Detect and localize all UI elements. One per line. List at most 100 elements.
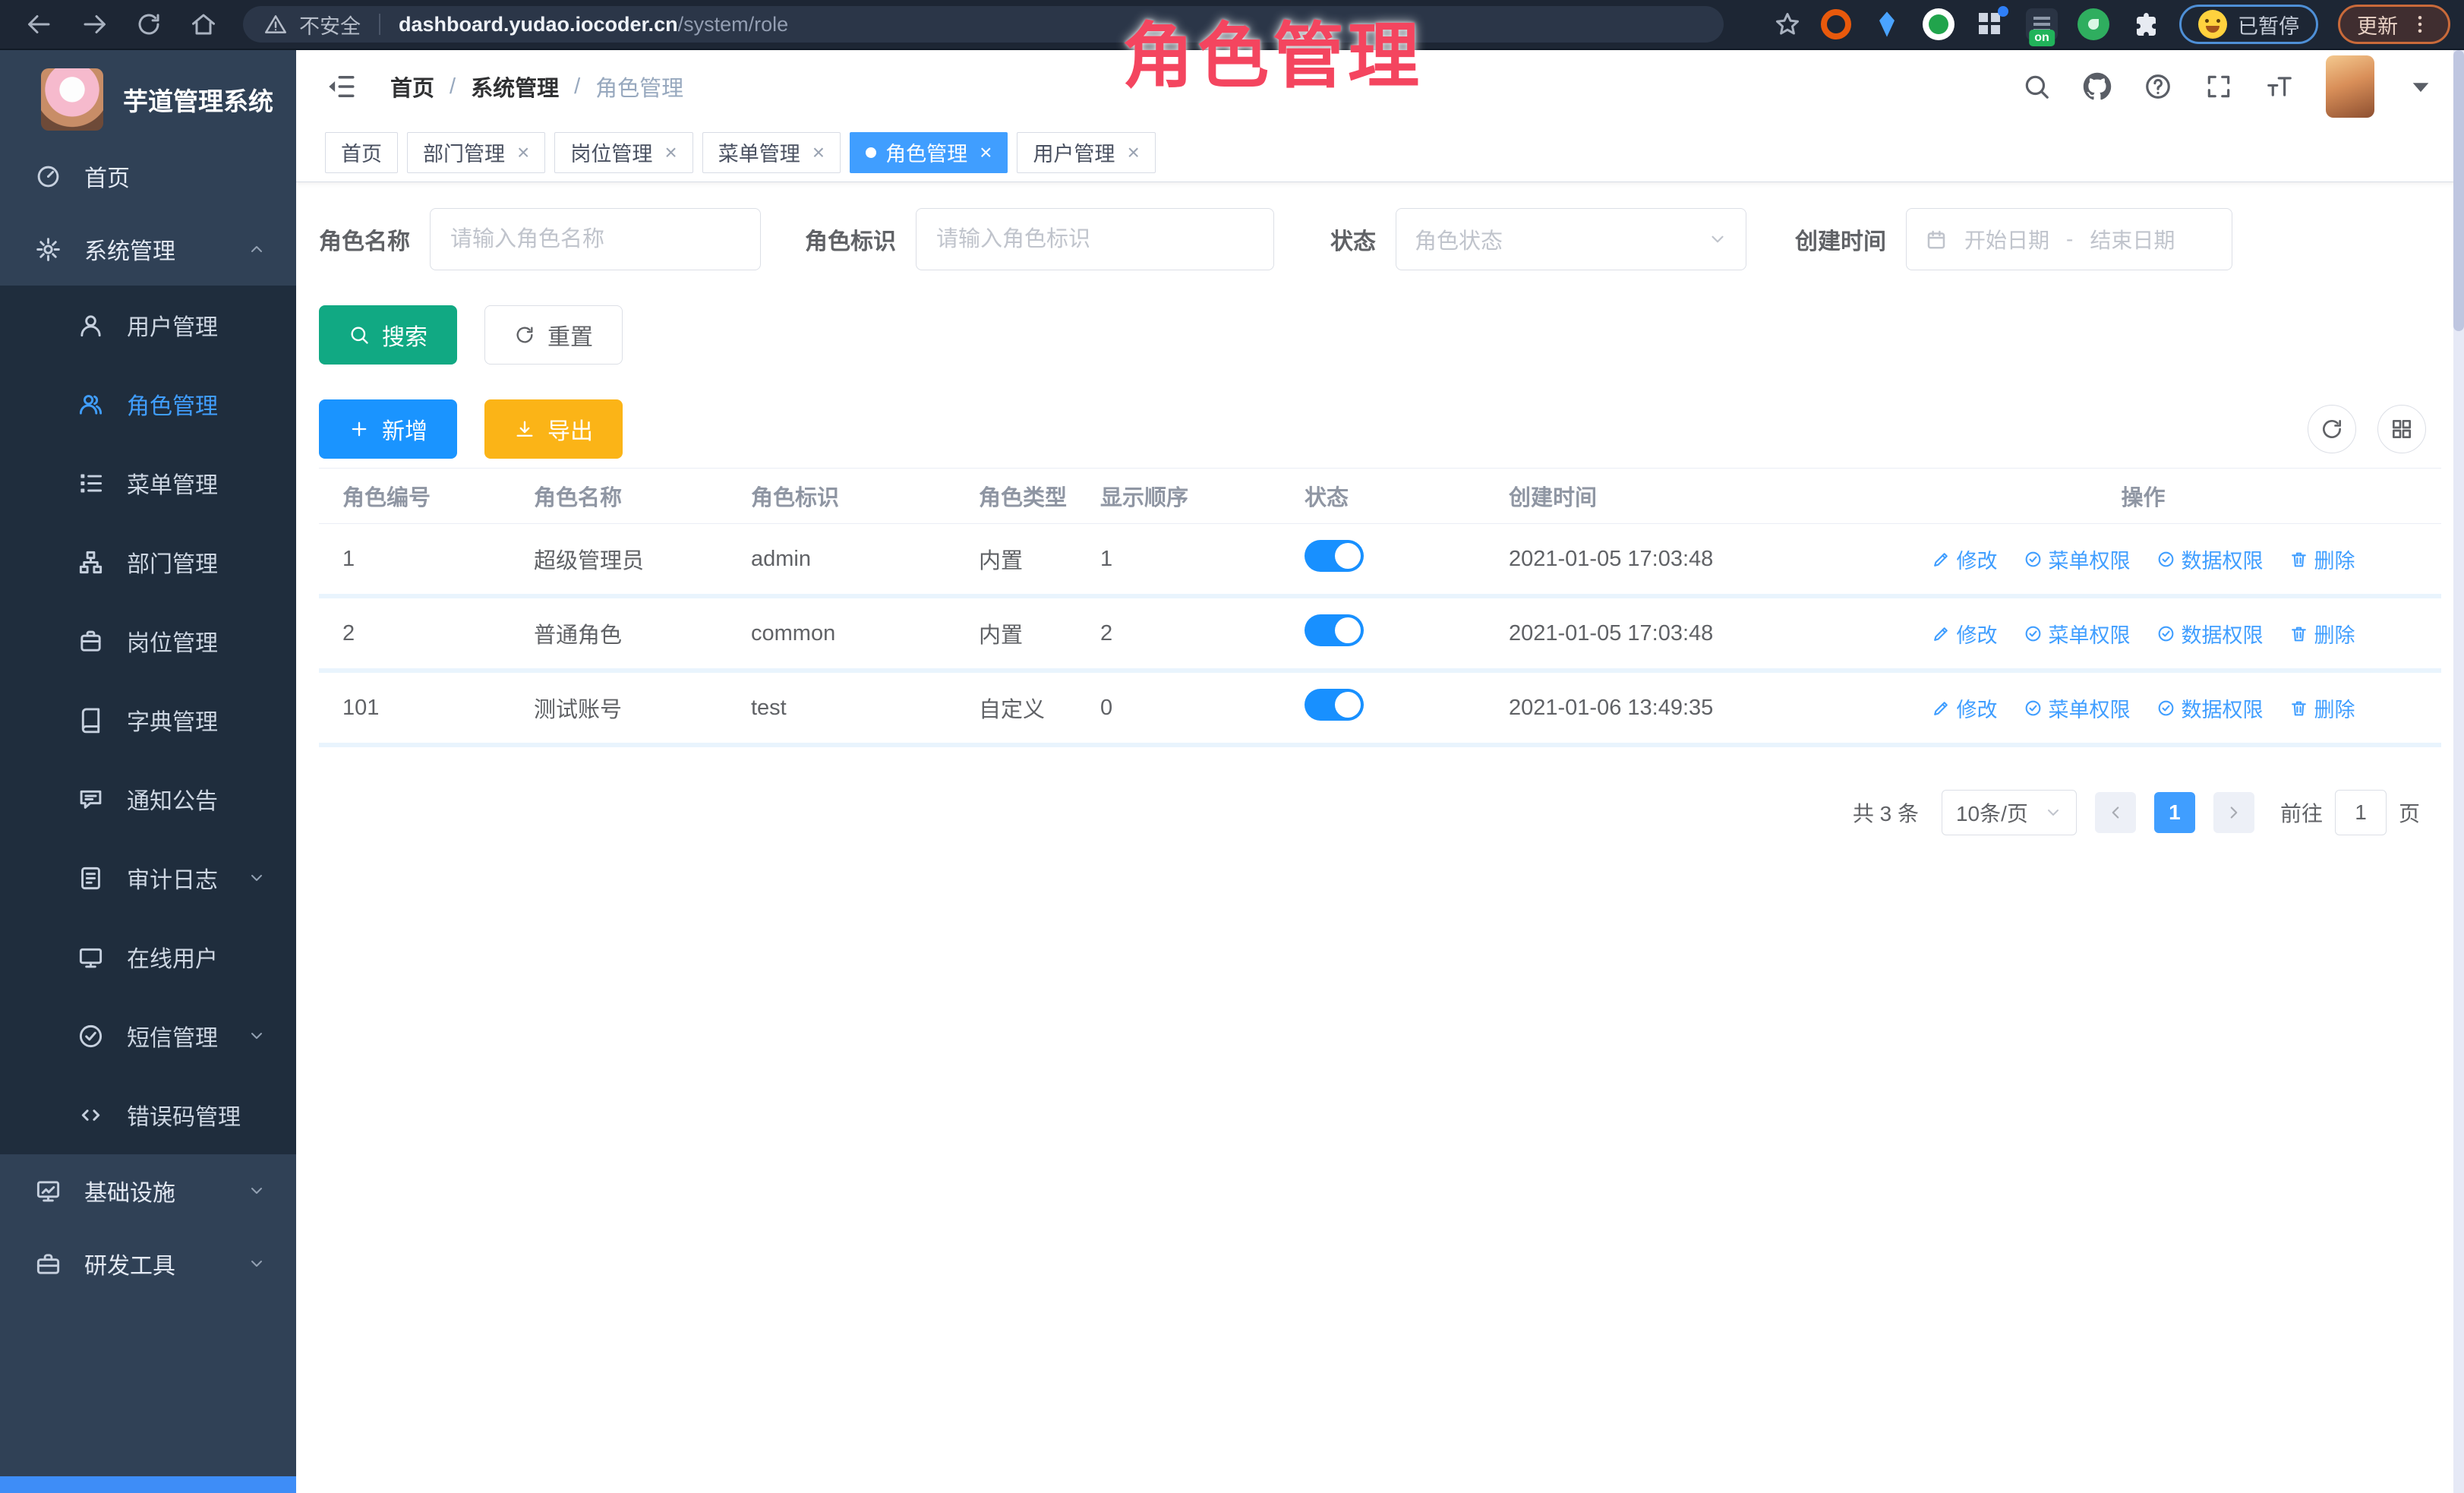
user-avatar[interactable] bbox=[2326, 55, 2374, 118]
extension-dark-tile-icon[interactable]: on bbox=[2026, 8, 2058, 40]
sidebar-item-error-code-management[interactable]: 错误码管理 bbox=[0, 1075, 296, 1154]
tab-dept[interactable]: 部门管理× bbox=[407, 132, 545, 173]
scrollbar-thumb[interactable] bbox=[2453, 50, 2464, 331]
cell-created-time: 2021-01-05 17:03:48 bbox=[1494, 621, 1845, 646]
status-toggle[interactable] bbox=[1305, 689, 1364, 721]
action-delete[interactable]: 删除 bbox=[2289, 693, 2355, 723]
tab-post[interactable]: 岗位管理× bbox=[554, 132, 693, 173]
status-select[interactable]: 角色状态 bbox=[1396, 208, 1746, 270]
export-button[interactable]: 导出 bbox=[484, 399, 623, 459]
action-edit[interactable]: 修改 bbox=[1932, 693, 1998, 723]
sidebar-item-sms-management[interactable]: 短信管理 bbox=[0, 996, 296, 1075]
browser-back-icon[interactable] bbox=[26, 11, 53, 38]
tab-home[interactable]: 首页 bbox=[325, 132, 398, 173]
status-toggle[interactable] bbox=[1305, 540, 1364, 572]
breadcrumb-item-system[interactable]: 系统管理 bbox=[471, 71, 559, 103]
action-data-permission[interactable]: 数据权限 bbox=[2156, 693, 2264, 723]
prev-page-button[interactable] bbox=[2095, 792, 2136, 833]
help-icon[interactable] bbox=[2144, 72, 2172, 101]
start-date-placeholder: 开始日期 bbox=[1964, 224, 2049, 254]
avatar-caret-down-icon[interactable] bbox=[2406, 72, 2435, 101]
status-toggle[interactable] bbox=[1305, 614, 1364, 646]
extension-leaf-icon[interactable] bbox=[2078, 8, 2109, 40]
sidebar-item-home[interactable]: 首页 bbox=[0, 140, 296, 213]
action-delete[interactable]: 删除 bbox=[2289, 619, 2355, 649]
page-size-select[interactable]: 10条/页 bbox=[1942, 790, 2077, 835]
tab-close-icon[interactable]: × bbox=[664, 142, 677, 163]
sidebar-item-infrastructure[interactable]: 基础设施 bbox=[0, 1154, 296, 1227]
profile-paused-chip[interactable]: 已暂停 bbox=[2179, 5, 2318, 44]
sidebar-item-audit-log[interactable]: 审计日志 bbox=[0, 838, 296, 917]
tab-role[interactable]: 角色管理× bbox=[850, 132, 1008, 173]
action-edit[interactable]: 修改 bbox=[1932, 619, 1998, 649]
tab-menu[interactable]: 菜单管理× bbox=[702, 132, 841, 173]
search-button[interactable]: 搜索 bbox=[319, 305, 457, 365]
sidebar-item-post-management[interactable]: 岗位管理 bbox=[0, 601, 296, 680]
breadcrumb-separator: / bbox=[450, 74, 456, 99]
cell-created-time: 2021-01-05 17:03:48 bbox=[1494, 547, 1845, 572]
logo-avatar bbox=[41, 68, 103, 131]
goto-page-input[interactable] bbox=[2335, 790, 2387, 835]
tab-close-icon[interactable]: × bbox=[517, 142, 529, 163]
header-search-icon[interactable] bbox=[2022, 72, 2051, 101]
sidebar-logo[interactable]: 芋道管理系统 bbox=[0, 50, 296, 140]
sidebar-item-dict-management[interactable]: 字典管理 bbox=[0, 680, 296, 759]
reset-button[interactable]: 重置 bbox=[484, 305, 623, 365]
extension-blue-gem-icon[interactable] bbox=[1871, 8, 1903, 40]
sidebar-item-label: 岗位管理 bbox=[127, 624, 218, 658]
fullscreen-icon[interactable] bbox=[2204, 72, 2233, 101]
bookmark-star-icon[interactable] bbox=[1774, 11, 1801, 38]
action-menu-permission[interactable]: 菜单权限 bbox=[2024, 693, 2131, 723]
next-page-button[interactable] bbox=[2213, 792, 2254, 833]
action-menu-permission[interactable]: 菜单权限 bbox=[2024, 544, 2131, 574]
edit-icon bbox=[1932, 699, 1951, 718]
role-key-input[interactable] bbox=[916, 208, 1274, 270]
browser-forward-icon[interactable] bbox=[80, 11, 108, 38]
extension-grid-badge-icon[interactable] bbox=[1974, 8, 2006, 40]
github-icon[interactable] bbox=[2083, 72, 2112, 101]
tab-user[interactable]: 用户管理× bbox=[1017, 132, 1155, 173]
tab-close-icon[interactable]: × bbox=[812, 142, 825, 163]
refresh-table-button[interactable] bbox=[2308, 405, 2356, 453]
create-time-range-picker[interactable]: 开始日期 - 结束日期 bbox=[1906, 208, 2232, 270]
sidebar-item-system-management[interactable]: 系统管理 bbox=[0, 213, 296, 286]
extension-green-circle-icon[interactable] bbox=[1923, 8, 1954, 40]
sidebar-item-dev-tools[interactable]: 研发工具 bbox=[0, 1227, 296, 1300]
sidebar-item-label: 研发工具 bbox=[84, 1247, 175, 1280]
tab-close-icon[interactable]: × bbox=[1127, 142, 1139, 163]
page-content: 角色名称 角色标识 状态 角色状态 创建时间 开始日期 - 结束日期 搜索 bbox=[296, 208, 2464, 835]
sidebar-item-user-management[interactable]: 用户管理 bbox=[0, 286, 296, 365]
column-header: 状态 bbox=[1289, 480, 1494, 512]
column-settings-button[interactable] bbox=[2377, 405, 2426, 453]
breadcrumb-item-home[interactable]: 首页 bbox=[390, 71, 434, 103]
browser-update-button[interactable]: 更新 bbox=[2338, 5, 2450, 44]
extensions-puzzle-icon[interactable] bbox=[2129, 9, 2160, 39]
cell-key: admin bbox=[736, 547, 964, 572]
kebab-menu-icon[interactable] bbox=[2409, 13, 2431, 36]
sidebar-item-role-management[interactable]: 角色管理 bbox=[0, 365, 296, 443]
action-menu-permission[interactable]: 菜单权限 bbox=[2024, 619, 2131, 649]
sidebar-item-dept-management[interactable]: 部门管理 bbox=[0, 522, 296, 601]
tab-close-icon[interactable]: × bbox=[980, 142, 992, 163]
role-name-input[interactable] bbox=[430, 208, 761, 270]
page-1-button[interactable]: 1 bbox=[2154, 792, 2195, 833]
column-header: 角色标识 bbox=[736, 480, 964, 512]
browser-reload-icon[interactable] bbox=[135, 11, 162, 38]
sidebar-item-menu-management[interactable]: 菜单管理 bbox=[0, 443, 296, 522]
sidebar-item-notice[interactable]: 通知公告 bbox=[0, 759, 296, 838]
browser-home-icon[interactable] bbox=[190, 11, 217, 38]
action-data-permission[interactable]: 数据权限 bbox=[2156, 544, 2264, 574]
browser-url-bar[interactable]: 不安全 dashboard.yudao.iocoder.cn/system/ro… bbox=[243, 6, 1724, 43]
extension-orange-ring-icon[interactable] bbox=[1821, 9, 1851, 39]
status-select-placeholder: 角色状态 bbox=[1415, 223, 1708, 255]
add-button[interactable]: 新增 bbox=[319, 399, 457, 459]
sidebar-item-online-users[interactable]: 在线用户 bbox=[0, 917, 296, 996]
font-size-icon[interactable] bbox=[2265, 72, 2294, 101]
action-delete[interactable]: 删除 bbox=[2289, 544, 2355, 574]
cell-status bbox=[1289, 689, 1494, 727]
action-data-permission[interactable]: 数据权限 bbox=[2156, 619, 2264, 649]
sidebar-collapse-icon[interactable] bbox=[325, 71, 357, 103]
action-edit[interactable]: 修改 bbox=[1932, 544, 1998, 574]
cell-status bbox=[1289, 540, 1494, 578]
sidebar-item-label: 基础设施 bbox=[84, 1174, 175, 1207]
